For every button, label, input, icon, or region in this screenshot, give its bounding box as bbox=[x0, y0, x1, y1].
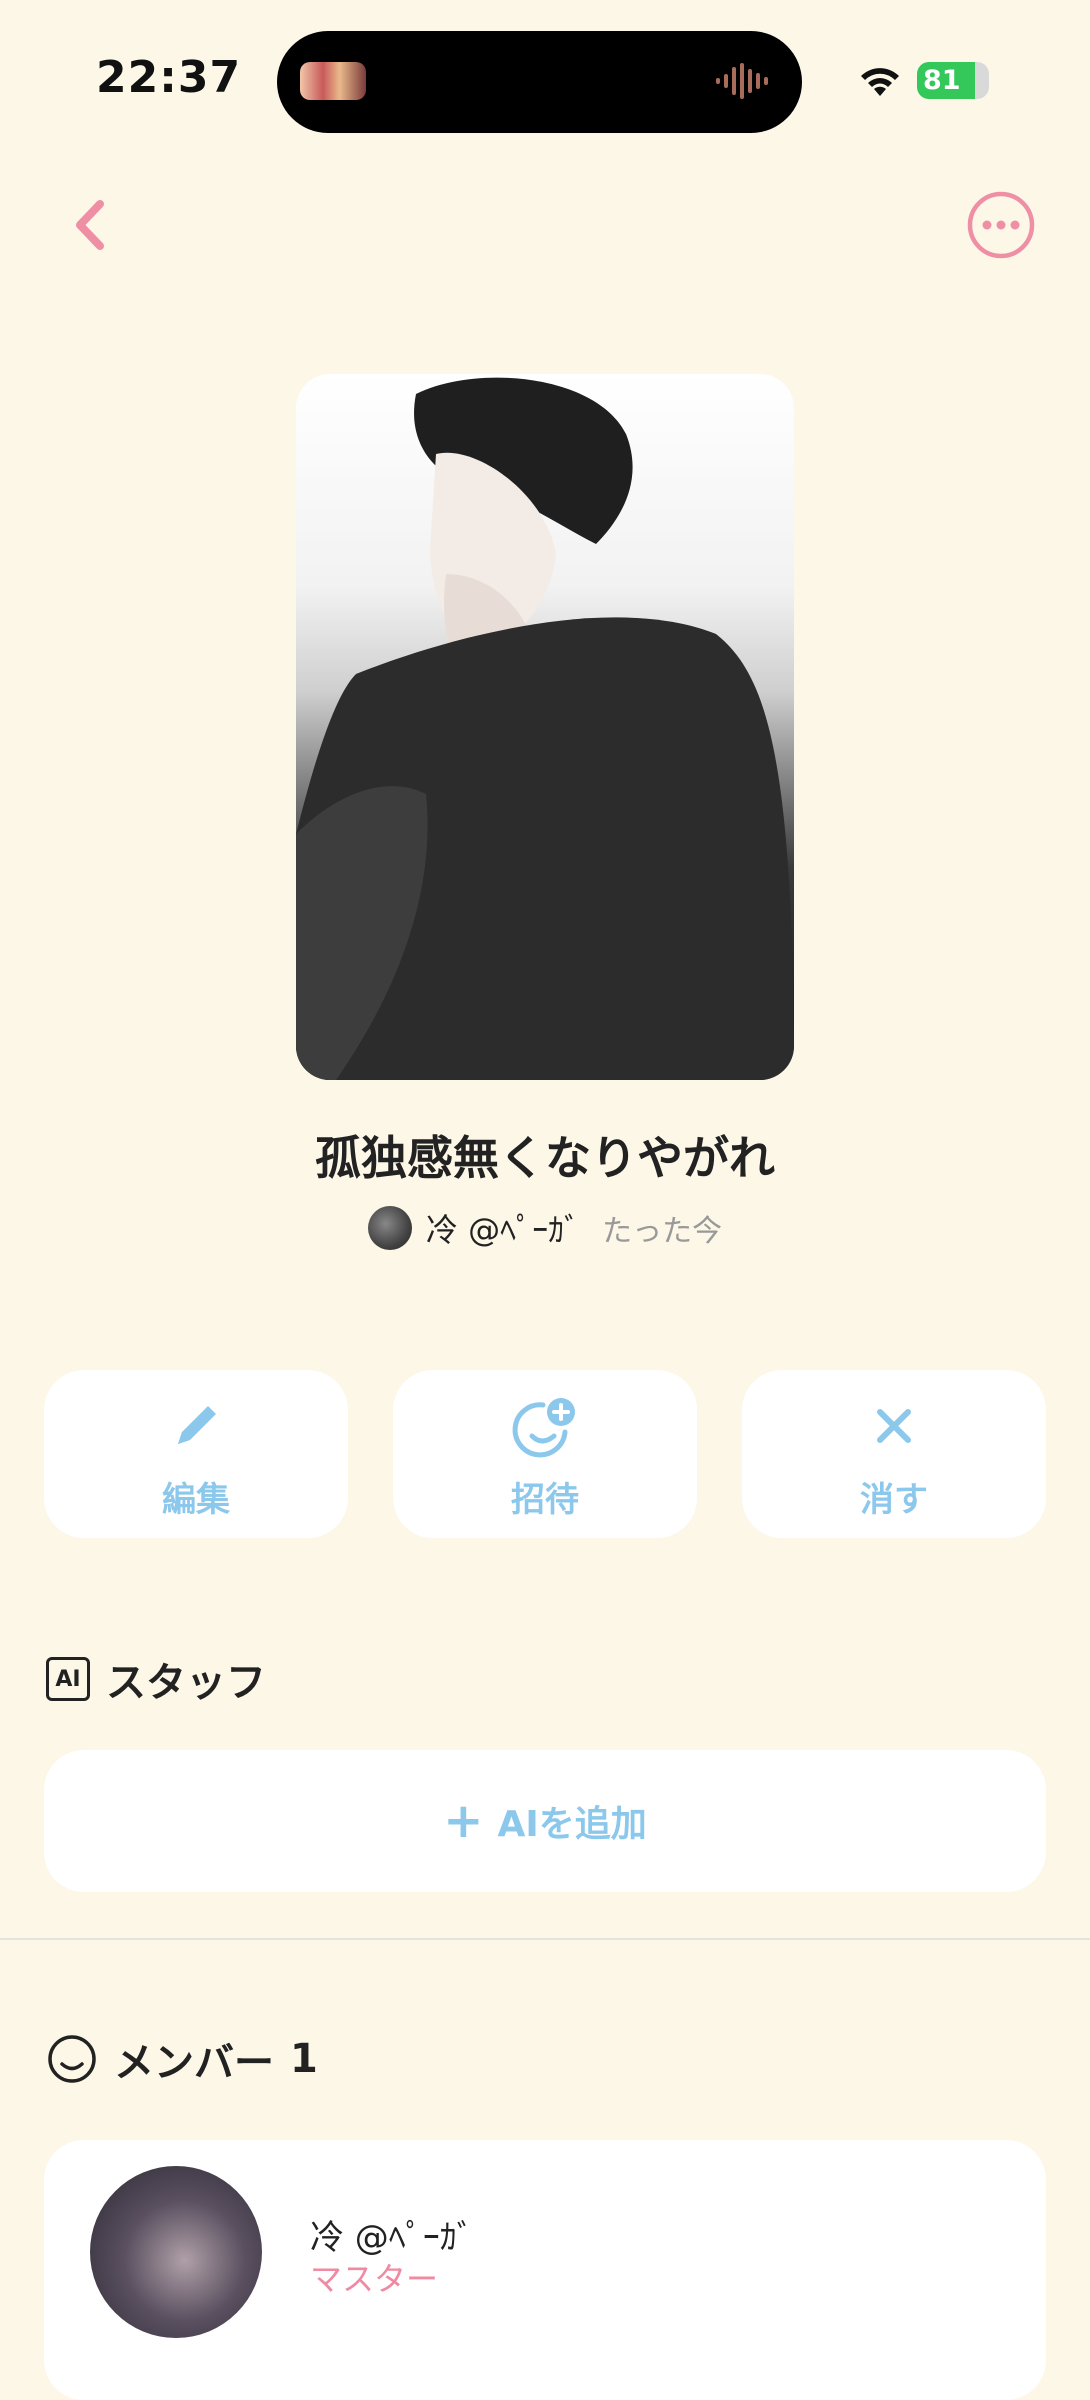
created-timestamp: たった今 bbox=[602, 1214, 723, 1249]
members-heading: メンバー bbox=[114, 2040, 274, 2086]
back-button[interactable] bbox=[60, 190, 120, 260]
member-name: 冷 @ﾍﾟｰｶﾞ bbox=[310, 2218, 474, 2258]
more-options-button[interactable] bbox=[966, 190, 1036, 260]
plus-icon: + bbox=[443, 1793, 484, 1849]
owner-row: 冷 @ﾍﾟｰｶﾞ たった今 bbox=[0, 1205, 1090, 1251]
audio-waveform-icon bbox=[716, 63, 768, 99]
member-role: マスター bbox=[310, 2260, 439, 2298]
status-time: 22:37 bbox=[96, 52, 242, 103]
section-divider bbox=[0, 1938, 1090, 1940]
invite-button[interactable]: 招待 bbox=[393, 1370, 697, 1538]
staff-section-header: AI スタッフ bbox=[46, 1650, 266, 1708]
add-ai-label: AIを追加 bbox=[497, 1804, 647, 1845]
add-ai-button[interactable]: + AIを追加 bbox=[44, 1750, 1046, 1892]
delete-label: 消す bbox=[860, 1480, 928, 1520]
smile-add-icon bbox=[512, 1398, 575, 1458]
wifi-icon bbox=[861, 68, 899, 96]
now-playing-artwork bbox=[300, 62, 366, 100]
owner-avatar[interactable] bbox=[367, 1206, 412, 1250]
members-count: 1 bbox=[290, 2036, 318, 2082]
member-list-item[interactable]: 冷 @ﾍﾟｰｶﾞ マスター bbox=[44, 2140, 1046, 2400]
delete-button[interactable]: 消す bbox=[742, 1370, 1046, 1538]
battery-percent: 81 bbox=[923, 65, 961, 96]
smile-icon bbox=[48, 2035, 96, 2083]
battery-indicator: 81 bbox=[917, 62, 989, 99]
edit-button[interactable]: 編集 bbox=[44, 1370, 348, 1538]
invite-label: 招待 bbox=[511, 1480, 579, 1520]
member-avatar[interactable] bbox=[90, 2166, 262, 2338]
close-icon bbox=[877, 1409, 911, 1443]
cover-illustration bbox=[296, 377, 794, 1080]
staff-heading: スタッフ bbox=[106, 1660, 266, 1706]
pencil-icon bbox=[178, 1406, 216, 1444]
group-cover-image bbox=[296, 374, 794, 1080]
edit-label: 編集 bbox=[162, 1480, 230, 1520]
group-title: 孤独感無くなりやがれ bbox=[315, 1131, 775, 1185]
ai-icon: AI bbox=[46, 1657, 90, 1701]
owner-name[interactable]: 冷 @ﾍﾟｰｶﾞ bbox=[426, 1205, 580, 1251]
members-section-header: メンバー 1 bbox=[46, 2030, 318, 2088]
